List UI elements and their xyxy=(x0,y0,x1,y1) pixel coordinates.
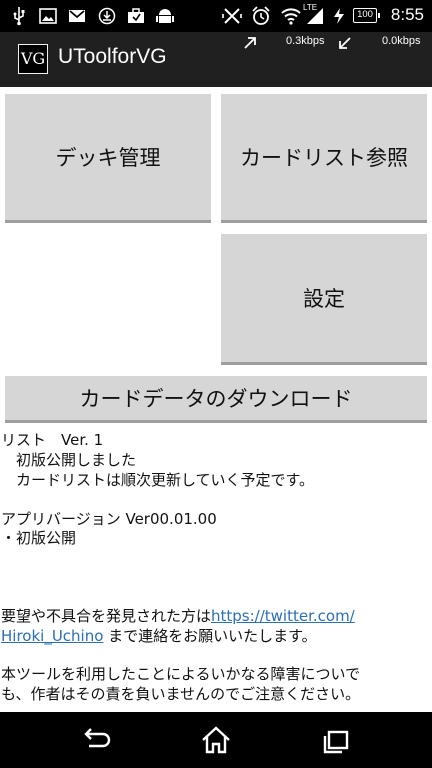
download-arrow-icon xyxy=(338,35,352,49)
gmail-icon xyxy=(67,6,87,26)
alarm-icon xyxy=(251,6,271,26)
status-bar: LTE 100 8:55 xyxy=(0,0,432,32)
list-version-title: リスト Ver. 1 xyxy=(1,431,104,449)
vibrate-off-icon xyxy=(222,6,242,26)
twitter-handle-link[interactable]: Hiroki_Uchino xyxy=(1,627,103,645)
deck-management-button[interactable]: デッキ管理 xyxy=(5,94,211,223)
list-note-line2: カードリストは順次更新していく予定です。 xyxy=(1,471,315,489)
download-carddata-button[interactable]: カードデータのダウンロード xyxy=(5,376,427,423)
disclaimer-line1: 本ツールを利用したことによるいかなる障害についで xyxy=(1,665,361,683)
app-version-label: アプリバージョン Ver00.01.00 xyxy=(1,510,217,528)
settings-button[interactable]: 設定 xyxy=(221,234,427,365)
list-note-line1: 初版公開しました xyxy=(1,451,137,469)
usb-icon xyxy=(9,6,29,26)
app-title: UToolforVG xyxy=(58,45,167,68)
feedback-line1: 要望や不具合を発見された方はhttps://twitter.com/ xyxy=(1,606,431,626)
upload-arrow-icon xyxy=(243,35,257,49)
home-icon[interactable] xyxy=(200,724,232,756)
battery-indicator: 100 xyxy=(353,8,380,23)
app-version-note: ・初版公開 xyxy=(1,529,77,547)
android-icon xyxy=(155,6,175,26)
navigation-bar xyxy=(0,712,432,768)
status-time: 8:55 xyxy=(390,5,424,24)
disclaimer-line2: も、作者はその責を負いませんのでご注意ください。 xyxy=(1,685,361,703)
recents-icon[interactable] xyxy=(320,724,352,756)
wifi-icon xyxy=(281,6,301,26)
briefcase-icon xyxy=(126,6,146,26)
download-speed: 0.0kbps xyxy=(382,35,421,47)
back-icon[interactable] xyxy=(79,724,111,756)
download-icon xyxy=(97,6,117,26)
feedback-text-end: まで連絡をお願いいたします。 xyxy=(103,627,317,645)
twitter-link[interactable]: https://twitter.com/ xyxy=(211,607,355,625)
feedback-line2: Hiroki_Uchino まで連絡をお願いいたします。 xyxy=(1,626,431,646)
signal-icon xyxy=(305,6,325,26)
cardlist-button[interactable]: カードリスト参照 xyxy=(221,94,427,223)
upload-speed: 0.3kbps xyxy=(286,35,325,47)
image-icon xyxy=(38,6,58,26)
charging-icon xyxy=(329,6,349,26)
app-logo[interactable]: VG xyxy=(18,44,48,74)
feedback-text: 要望や不具合を発見された方は xyxy=(1,607,212,625)
